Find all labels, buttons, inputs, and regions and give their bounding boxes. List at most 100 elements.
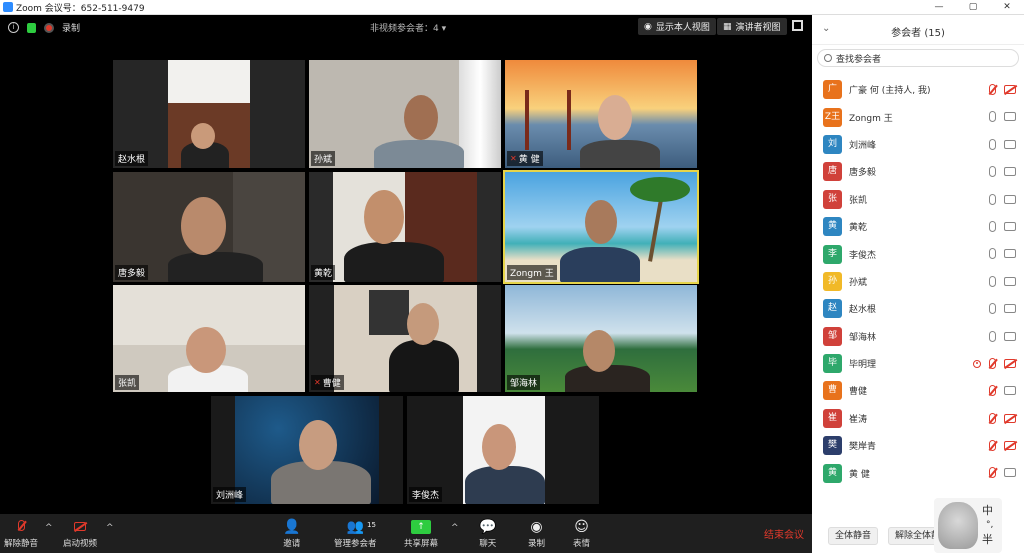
muted-mic-icon[interactable] bbox=[989, 84, 996, 95]
share-screen-button[interactable]: ↑ 共享屏幕 bbox=[404, 517, 438, 549]
muted-mic-icon[interactable] bbox=[989, 412, 996, 424]
participant-row[interactable]: 唐唐多毅 bbox=[812, 158, 1024, 185]
participant-row[interactable]: 张张凯 bbox=[812, 186, 1024, 213]
fullscreen-icon[interactable] bbox=[792, 20, 803, 31]
participant-row[interactable]: 毕毕明理 bbox=[812, 350, 1024, 377]
video-icon[interactable] bbox=[1004, 167, 1016, 177]
chat-bubble-icon: 💬 bbox=[479, 519, 497, 535]
video-icon[interactable] bbox=[1004, 331, 1016, 341]
ime-punct-icon: °, bbox=[986, 520, 994, 530]
video-off-icon[interactable] bbox=[1004, 358, 1016, 368]
participant-row[interactable]: 刘刘洲峰 bbox=[812, 131, 1024, 158]
muted-mic-icon[interactable] bbox=[989, 385, 996, 397]
mute-all-button[interactable]: 全体静音 bbox=[828, 527, 879, 545]
video-icon[interactable] bbox=[1004, 276, 1016, 286]
participant-row[interactable]: 黄黄 健 bbox=[812, 459, 1024, 486]
start-video-button[interactable]: 启动视频 bbox=[63, 517, 97, 549]
self-view-button[interactable]: ◉ 显示本人视图 bbox=[638, 18, 716, 35]
video-icon[interactable] bbox=[1004, 386, 1016, 396]
participant-row[interactable]: 崔崔涛 bbox=[812, 405, 1024, 432]
muted-mic-icon[interactable] bbox=[989, 440, 996, 452]
participant-row[interactable]: 邹邹海林 bbox=[812, 323, 1024, 350]
video-off-icon[interactable] bbox=[1004, 441, 1016, 451]
participant-row[interactable]: 曹曹健 bbox=[812, 377, 1024, 404]
video-off-icon[interactable] bbox=[1004, 85, 1016, 94]
video-icon[interactable] bbox=[1004, 139, 1016, 149]
video-icon[interactable] bbox=[1004, 468, 1016, 478]
invite-button[interactable]: 👤 邀请 bbox=[283, 517, 300, 549]
video-icon[interactable] bbox=[1004, 304, 1016, 314]
avatar: 崔 bbox=[823, 408, 842, 428]
muted-mic-icon[interactable] bbox=[989, 357, 996, 369]
ime-toolbar[interactable]: 中 °, 半 bbox=[934, 498, 1002, 553]
video-tile[interactable]: ✕ 黄 健 bbox=[505, 60, 697, 168]
minimize-button[interactable]: — bbox=[922, 0, 956, 15]
video-icon[interactable] bbox=[1004, 249, 1016, 259]
participant-status-icons bbox=[989, 330, 1016, 342]
unmute-button[interactable]: 解除静音 bbox=[4, 517, 38, 549]
close-button[interactable]: ✕ bbox=[990, 0, 1024, 15]
participant-row[interactable]: 孙孙斌 bbox=[812, 268, 1024, 295]
video-off-icon[interactable] bbox=[1004, 413, 1016, 423]
participant-name: 张凯 bbox=[849, 195, 868, 206]
video-tile[interactable]: 邹海林 bbox=[505, 285, 697, 392]
participant-list: 广广豪 何 (主持人, 我) Z王 Zongm 王刘刘洲峰唐唐多毅张张凯黄黄乾李李俊… bbox=[812, 76, 1024, 487]
share-options-caret[interactable]: ^ bbox=[451, 523, 459, 533]
video-icon[interactable] bbox=[1004, 221, 1016, 231]
mic-icon[interactable] bbox=[989, 111, 996, 123]
maximize-button[interactable]: ▢ bbox=[956, 0, 990, 15]
participant-row[interactable]: 黄黄乾 bbox=[812, 213, 1024, 240]
video-tile[interactable]: 赵水根 bbox=[113, 60, 305, 168]
reactions-button[interactable]: ☺ 表情 bbox=[573, 517, 590, 549]
mic-icon[interactable] bbox=[989, 193, 996, 205]
video-tile[interactable]: 刘洲峰 bbox=[211, 396, 403, 504]
muted-mic-icon[interactable] bbox=[989, 467, 996, 479]
manage-participants-button[interactable]: 👥 15 管理参会者 bbox=[334, 517, 377, 549]
end-meeting-button[interactable]: 结束会议 bbox=[764, 526, 804, 541]
participant-row[interactable]: Z王 Zongm 王 bbox=[812, 103, 1024, 130]
video-icon[interactable] bbox=[1004, 112, 1016, 122]
mic-icon[interactable] bbox=[989, 330, 996, 342]
chat-button[interactable]: 💬 聊天 bbox=[479, 517, 496, 549]
ime-chinese-mode[interactable]: 中 bbox=[982, 502, 993, 518]
zoom-logo-icon bbox=[3, 2, 13, 12]
video-tile[interactable]: 孙斌 bbox=[309, 60, 501, 168]
video-tile[interactable]: 唐多毅 bbox=[113, 172, 305, 282]
participant-row[interactable]: 李李俊杰 bbox=[812, 240, 1024, 267]
record-button[interactable]: ◉ 录制 bbox=[528, 517, 545, 549]
tile-name-label: 赵水根 bbox=[115, 151, 149, 166]
mic-icon[interactable] bbox=[989, 166, 996, 178]
muted-mic-icon: ✕ bbox=[510, 154, 517, 163]
record-status: 录制 bbox=[62, 24, 81, 34]
mic-icon[interactable] bbox=[989, 138, 996, 150]
info-icon[interactable]: i bbox=[8, 22, 19, 33]
mic-icon[interactable] bbox=[989, 248, 996, 260]
video-options-caret[interactable]: ^ bbox=[106, 523, 114, 533]
mic-icon[interactable] bbox=[989, 275, 996, 287]
participant-status-icons bbox=[989, 220, 1016, 232]
participant-row[interactable]: 赵赵水根 bbox=[812, 295, 1024, 322]
ime-half-width[interactable]: 半 bbox=[982, 531, 993, 547]
tile-name-label: 黄乾 bbox=[311, 265, 336, 280]
participant-row[interactable]: 樊樊岸青 bbox=[812, 432, 1024, 459]
video-tile[interactable]: 张凯 bbox=[113, 285, 305, 392]
lock-icon[interactable] bbox=[27, 22, 36, 33]
participant-status-icons bbox=[989, 303, 1016, 315]
participant-status-icons bbox=[989, 412, 1016, 424]
participant-status-icons bbox=[989, 440, 1016, 452]
participant-name: 李俊杰 bbox=[849, 250, 877, 261]
panel-title: 参会者 (15) bbox=[891, 28, 945, 39]
video-tile-active-speaker[interactable]: Zongm 王 bbox=[503, 170, 699, 284]
video-tile[interactable]: 黄乾 bbox=[309, 172, 501, 282]
speaker-view-button[interactable]: ▦ 演讲者视图 bbox=[717, 18, 787, 35]
video-icon[interactable] bbox=[1004, 194, 1016, 204]
video-tile[interactable]: 李俊杰 bbox=[407, 396, 599, 504]
mic-icon[interactable] bbox=[989, 303, 996, 315]
participant-row[interactable]: 广广豪 何 (主持人, 我) bbox=[812, 76, 1024, 103]
participant-search-input[interactable]: 查找参会者 bbox=[817, 49, 1019, 67]
video-tile[interactable]: ✕ 曹健 bbox=[309, 285, 501, 392]
non-video-participants[interactable]: 非视频参会者：4 ▾ bbox=[370, 21, 446, 34]
avatar: 黄 bbox=[823, 217, 842, 237]
mic-icon[interactable] bbox=[989, 220, 996, 232]
audio-options-caret[interactable]: ^ bbox=[45, 523, 53, 533]
